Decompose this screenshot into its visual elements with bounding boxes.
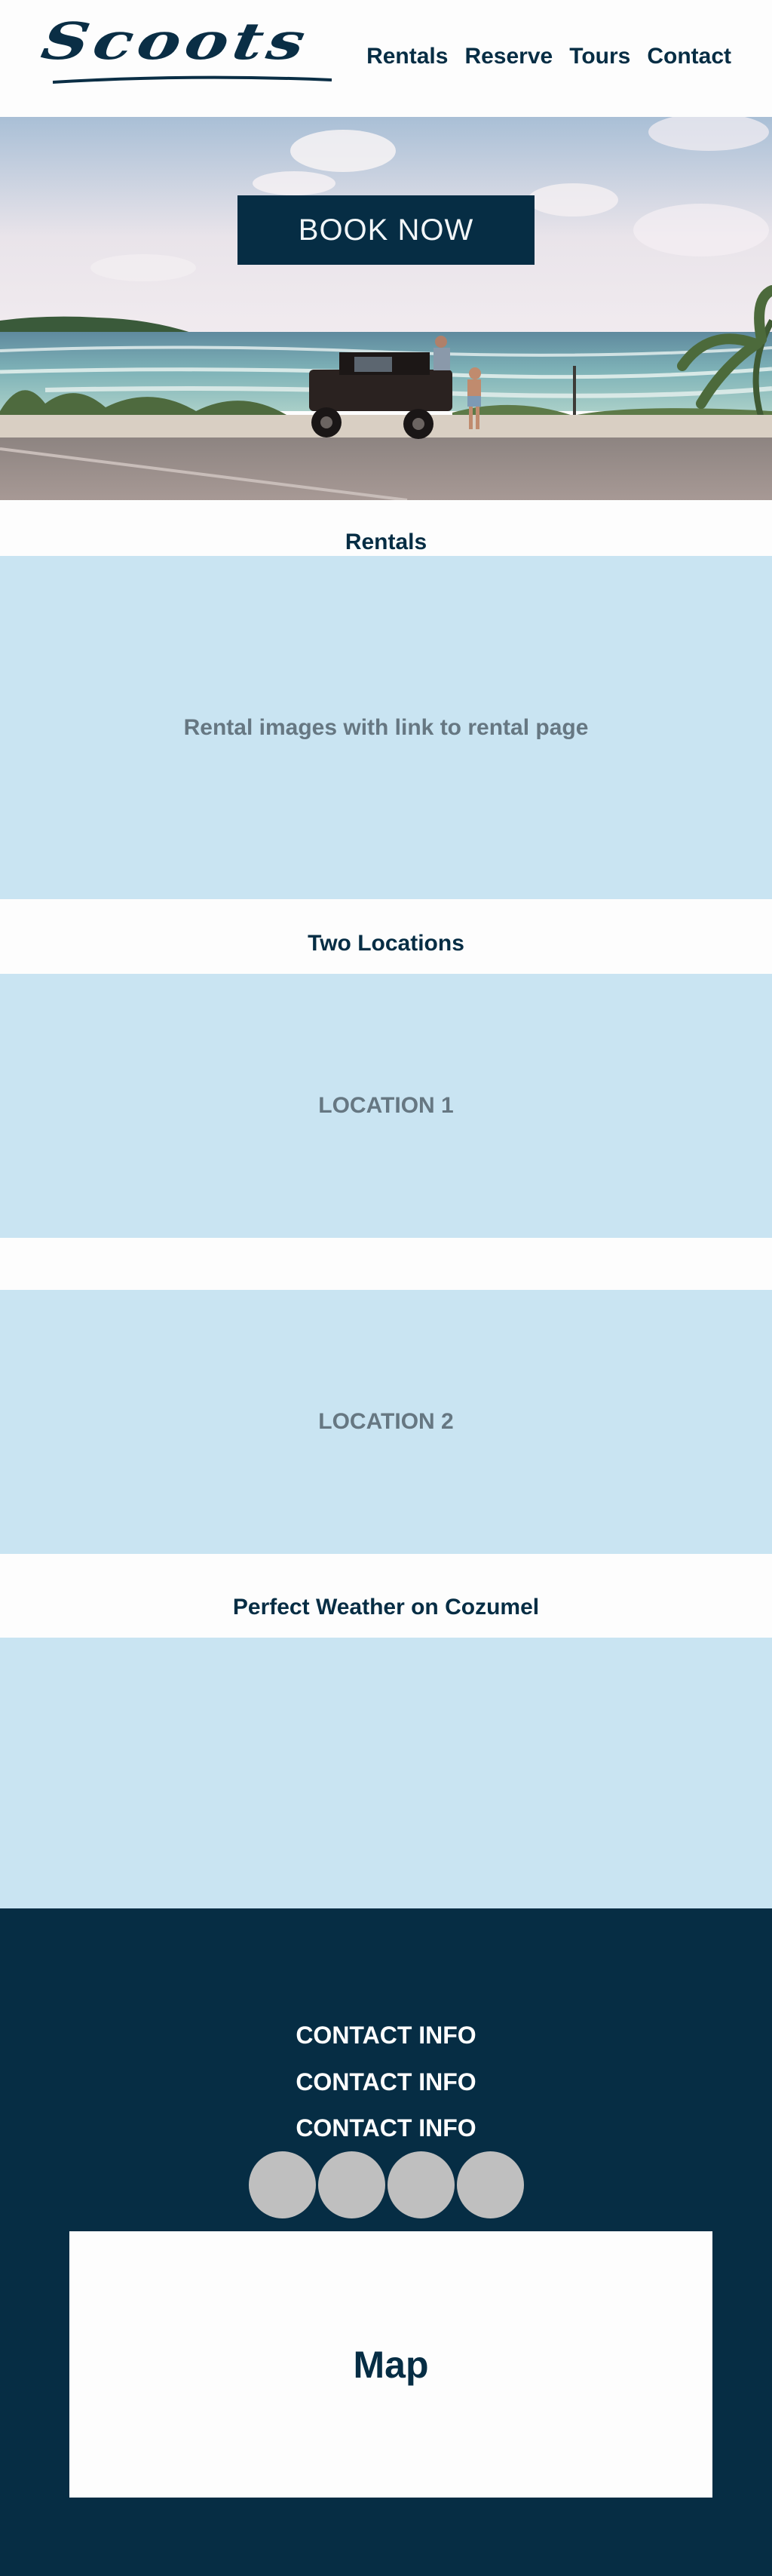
contact-info-3: CONTACT INFO — [296, 2114, 476, 2142]
nav-reserve[interactable]: Reserve — [464, 44, 553, 69]
location-2-block[interactable]: LOCATION 2 — [0, 1290, 772, 1554]
hero-beach-image — [0, 117, 772, 500]
map-placeholder[interactable]: Map — [69, 2231, 712, 2498]
social-links — [249, 2151, 524, 2218]
hero-section: BOOK NOW — [0, 117, 772, 500]
book-now-button[interactable]: BOOK NOW — [237, 195, 535, 265]
map-label: Map — [353, 2343, 429, 2386]
location-2-label: LOCATION 2 — [318, 1409, 454, 1434]
rentals-title: Rentals — [345, 530, 427, 554]
weather-block — [0, 1638, 772, 1919]
locations-title: Two Locations — [308, 931, 464, 956]
location-1-label: LOCATION 1 — [318, 1093, 454, 1118]
social-icon-3[interactable] — [388, 2151, 455, 2218]
site-footer: CONTACT INFO CONTACT INFO CONTACT INFO M… — [0, 1908, 772, 2576]
social-icon-1[interactable] — [249, 2151, 316, 2218]
nav-tours[interactable]: Tours — [569, 44, 630, 69]
nav-contact[interactable]: Contact — [647, 44, 731, 69]
site-header: Scoots Rentals Reserve Tours Contact — [0, 0, 772, 117]
social-icon-2[interactable] — [318, 2151, 385, 2218]
contact-info-1: CONTACT INFO — [296, 2022, 476, 2049]
main-nav: Rentals Reserve Tours Contact — [366, 44, 731, 69]
contact-info-2: CONTACT INFO — [296, 2068, 476, 2095]
nav-rentals[interactable]: Rentals — [366, 44, 448, 69]
social-icon-4[interactable] — [457, 2151, 524, 2218]
rentals-placeholder-text: Rental images with link to rental page — [183, 714, 589, 740]
weather-title: Perfect Weather on Cozumel — [232, 1595, 540, 1620]
site-logo[interactable]: Scoots — [37, 12, 314, 72]
rentals-placeholder[interactable]: Rental images with link to rental page — [0, 556, 772, 899]
location-1-block[interactable]: LOCATION 1 — [0, 974, 772, 1238]
logo-swoosh-icon — [53, 75, 332, 84]
